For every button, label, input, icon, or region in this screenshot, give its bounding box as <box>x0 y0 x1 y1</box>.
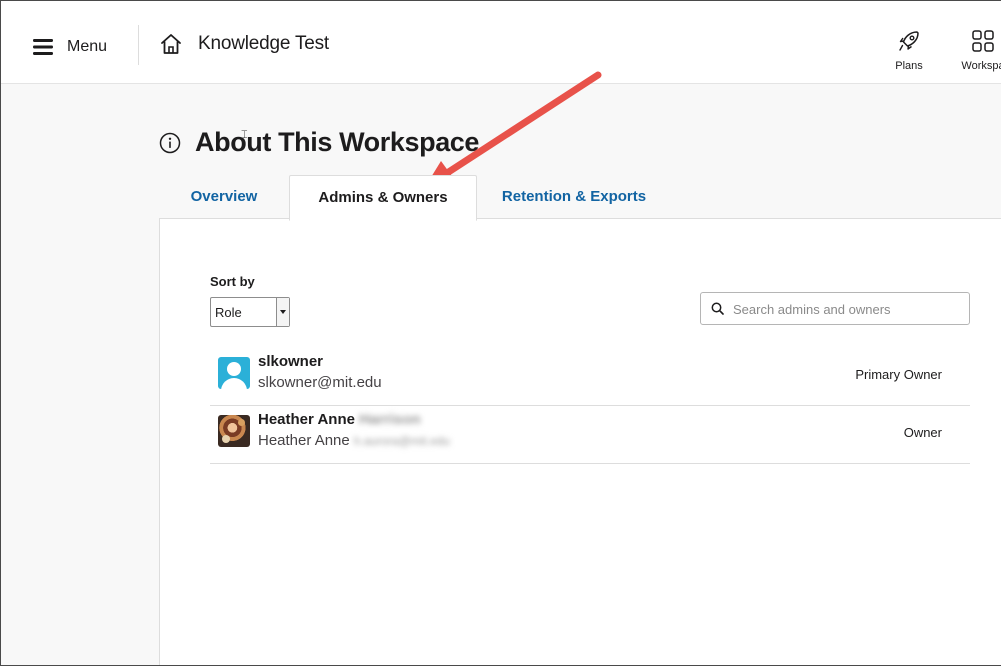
user-name: slkowner <box>258 353 323 370</box>
workspace-name: Knowledge Test <box>198 33 329 54</box>
search-field[interactable] <box>700 292 970 325</box>
redacted-surname: Harrison <box>358 411 421 428</box>
avatar-head <box>227 362 241 376</box>
home-icon <box>160 33 182 55</box>
plans-label: Plans <box>895 60 923 72</box>
plans-button[interactable]: Plans <box>889 29 929 72</box>
user-row[interactable]: Heather Anne Harrison Heather Anne h.auror… <box>210 405 970 464</box>
sort-value: Role <box>215 305 242 320</box>
user-row[interactable]: slkowner slkowner@mit.edu Primary Owner <box>210 347 970 406</box>
default-user-avatar <box>218 357 250 389</box>
avatar-detail <box>238 419 245 426</box>
tab-retention-exports[interactable]: Retention & Exports <box>489 175 659 219</box>
topbar-divider <box>138 25 139 65</box>
tab-overview[interactable]: Overview <box>159 175 289 219</box>
sort-dropdown[interactable]: Role <box>210 297 290 327</box>
info-icon <box>159 132 181 154</box>
user-email: slkowner@mit.edu <box>258 374 382 391</box>
workspace-home-link[interactable]: Knowledge Test <box>160 33 329 55</box>
avatar-detail <box>222 435 230 443</box>
photo-avatar <box>218 415 250 447</box>
workspace-button[interactable]: Workspa <box>953 29 1001 72</box>
redacted-email: h.aurora@mit.edu <box>353 434 450 448</box>
search-input[interactable] <box>731 297 965 321</box>
hamburger-icon <box>33 39 53 55</box>
sort-label: Sort by <box>210 274 255 289</box>
dropdown-arrow-icon <box>276 298 289 326</box>
page-heading: About This Workspace <box>159 127 479 158</box>
workspace-label: Workspa <box>961 60 1001 72</box>
menu-button[interactable]: Menu <box>33 35 107 59</box>
user-name: Heather Anne Harrison <box>258 411 421 428</box>
avatar-body <box>221 378 247 389</box>
user-role: Owner <box>903 425 942 440</box>
rocket-icon <box>889 29 929 56</box>
tab-admins-owners[interactable]: Admins & Owners <box>289 175 477 221</box>
user-email-text: slkowner@mit.edu <box>258 374 382 391</box>
grid-icon <box>953 29 1001 56</box>
app-window: Menu Knowledge Test Plans Workspa About … <box>0 0 1001 666</box>
user-role: Primary Owner <box>855 367 942 382</box>
user-email: Heather Anne h.aurora@mit.edu <box>258 432 450 449</box>
user-name-text: slkowner <box>258 353 324 370</box>
text-cursor-icon: ⌶ <box>241 129 248 141</box>
page-title: About This Workspace <box>195 127 480 157</box>
top-bar: Menu Knowledge Test Plans Workspa <box>1 1 1001 84</box>
user-name-text: Heather Anne <box>258 411 355 428</box>
search-icon <box>711 302 724 320</box>
admins-owners-panel: Sort by Role slkowner slkowner@mit.edu P… <box>159 218 1001 665</box>
menu-label: Menu <box>67 38 108 55</box>
user-email-text: Heather Anne <box>258 432 350 449</box>
